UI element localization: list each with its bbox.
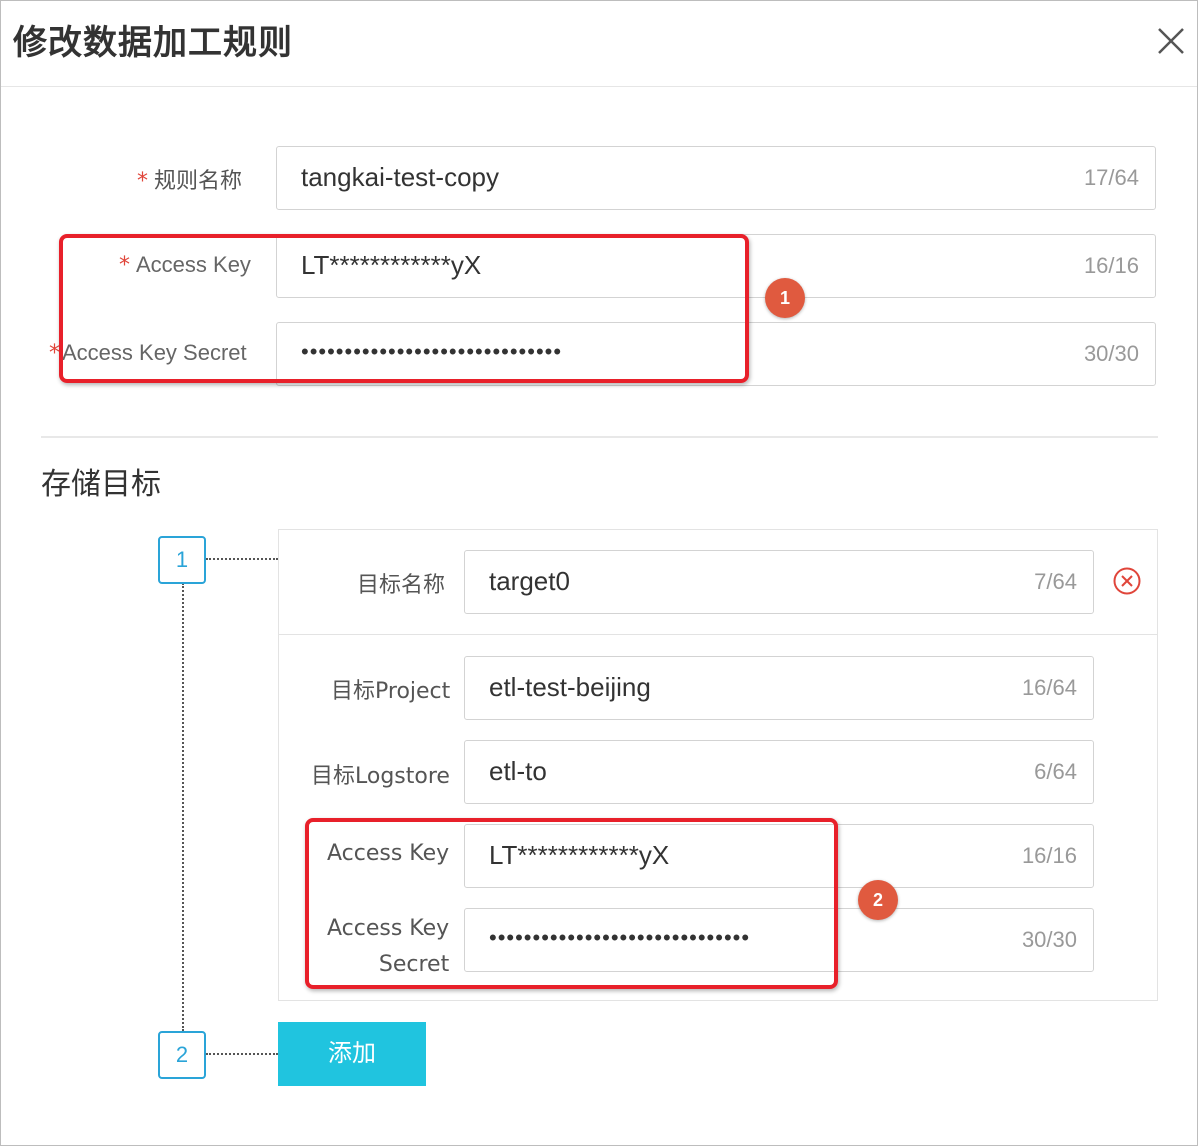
target-project-input[interactable]: etl-test-beijing 16/64 xyxy=(464,656,1094,720)
target-project-label: 目标Project xyxy=(331,679,451,704)
step-connector-vertical xyxy=(182,583,184,1031)
dialog-header: 修改数据加工规则 xyxy=(1,1,1197,87)
char-count: 16/16 xyxy=(1083,253,1139,278)
char-count: 17/64 xyxy=(1083,165,1139,190)
target-name-label: 目标名称 xyxy=(357,573,446,598)
target-logstore-label: 目标Logstore xyxy=(311,764,450,789)
annotation-badge-1: 1 xyxy=(765,278,805,318)
panel-separator xyxy=(279,634,1157,635)
rule-name-label: * 规则名称 xyxy=(137,169,243,194)
remove-target-icon[interactable] xyxy=(1112,566,1142,596)
step-connector-2 xyxy=(206,1053,278,1055)
close-icon[interactable] xyxy=(1153,23,1189,59)
required-mark: * xyxy=(137,169,148,194)
step-connector-1 xyxy=(206,558,278,560)
add-target-button[interactable]: 添加 xyxy=(278,1022,426,1086)
dialog-title: 修改数据加工规则 xyxy=(13,23,293,63)
char-count: 6/64 xyxy=(1034,759,1077,784)
char-count: 7/64 xyxy=(1034,569,1077,594)
highlight-box-2 xyxy=(305,818,838,989)
step-marker-2: 2 xyxy=(158,1031,206,1079)
step-marker-1: 1 xyxy=(158,536,206,584)
annotation-badge-2: 2 xyxy=(858,880,898,920)
edit-rule-dialog: 修改数据加工规则 * 规则名称 tangkai-test-copy 17/64 *… xyxy=(0,0,1198,1146)
highlight-box-1 xyxy=(59,234,749,383)
char-count: 16/16 xyxy=(1021,843,1077,868)
section-divider xyxy=(41,436,1158,438)
char-count: 16/64 xyxy=(1021,675,1077,700)
char-count: 30/30 xyxy=(1021,927,1077,952)
rule-name-input[interactable]: tangkai-test-copy 17/64 xyxy=(276,146,1156,210)
storage-section-title: 存储目标 xyxy=(41,467,161,502)
target-logstore-input[interactable]: etl-to 6/64 xyxy=(464,740,1094,804)
char-count: 30/30 xyxy=(1083,341,1139,366)
target-name-input[interactable]: target0 7/64 xyxy=(464,550,1094,614)
